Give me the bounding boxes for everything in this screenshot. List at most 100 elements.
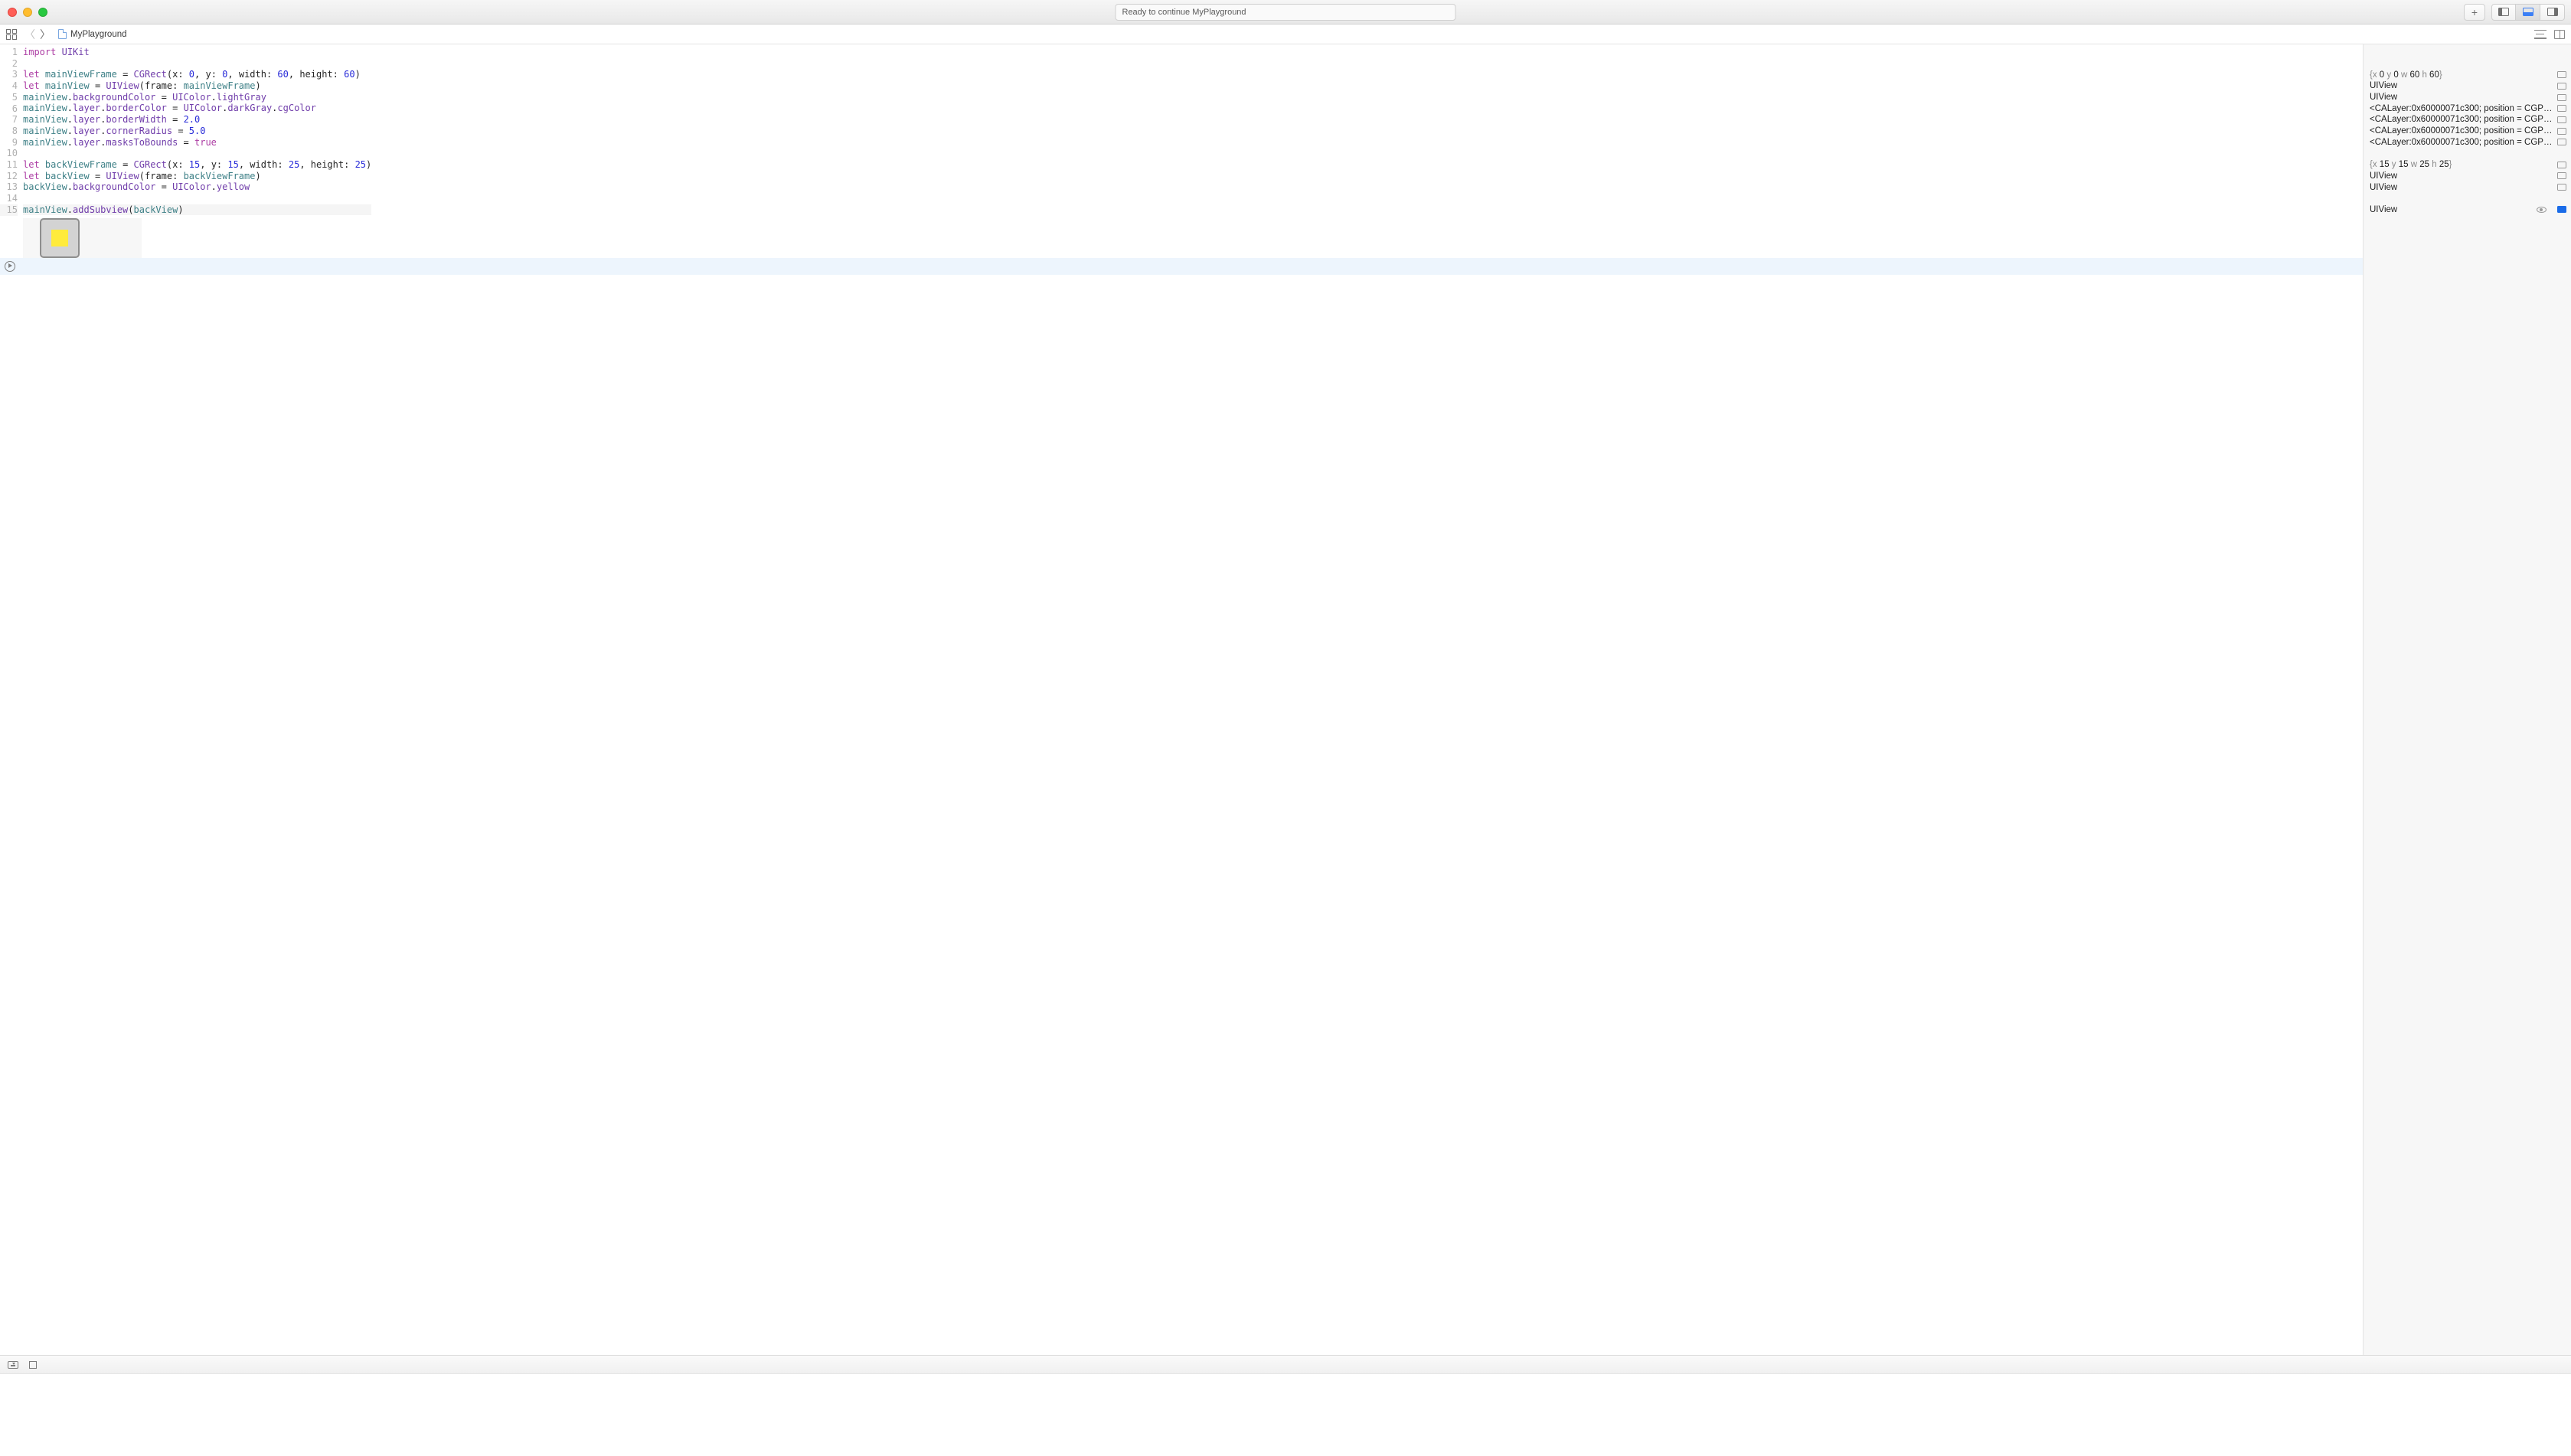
show-result-button[interactable] [2557, 206, 2566, 213]
result-row[interactable]: <CALayer:0x60000071c300; position = CGPo… [2370, 137, 2566, 149]
code-line[interactable] [23, 193, 371, 204]
code-line[interactable]: mainView.backgroundColor = UIColor.light… [23, 92, 371, 103]
result-row[interactable]: UIView [2370, 204, 2566, 216]
code-line[interactable]: let backViewFrame = CGRect(x: 15, y: 15,… [23, 159, 371, 171]
code-line[interactable]: let mainViewFrame = CGRect(x: 0, y: 0, w… [23, 69, 371, 80]
result-text: <CALayer:0x60000071c300; position = CGPo… [2370, 104, 2553, 113]
result-text: UIView [2370, 183, 2397, 192]
result-text: {x 15 y 15 w 25 h 25} [2370, 160, 2452, 169]
toggle-console-button[interactable] [8, 1361, 18, 1369]
show-result-button[interactable] [2557, 139, 2566, 145]
result-actions [2553, 172, 2566, 179]
assistant-editor-icon [2554, 30, 2565, 39]
navigator-panel-icon [2498, 8, 2509, 16]
history-forward-button[interactable]: 〉 [40, 27, 51, 42]
code-line[interactable]: mainView.layer.borderWidth = 2.0 [23, 114, 371, 126]
result-row[interactable]: UIView [2370, 80, 2566, 92]
add-button[interactable]: + [2464, 4, 2485, 21]
execute-playground-button[interactable] [5, 261, 15, 272]
history-back-button[interactable]: 〈 [25, 27, 35, 42]
close-window-button[interactable] [8, 8, 17, 17]
window-controls [8, 8, 47, 17]
code-line[interactable]: backView.backgroundColor = UIColor.yello… [23, 181, 371, 193]
uiview-preview[interactable] [40, 218, 80, 258]
result-row[interactable]: {x 15 y 15 w 25 h 25} [2370, 159, 2566, 171]
code-line[interactable]: mainView.addSubview(backView) [23, 204, 371, 216]
related-items-button[interactable] [6, 29, 17, 40]
toggle-navigator-button[interactable] [2491, 4, 2516, 21]
main-content: 123456789101112131415 import UIKit let m… [0, 44, 2571, 1355]
code-line[interactable] [23, 148, 371, 159]
debug-bar [0, 1355, 2571, 1373]
result-text: UIView [2370, 81, 2397, 90]
result-row[interactable]: {x 0 y 0 w 60 h 60} [2370, 69, 2566, 80]
result-text: UIView [2370, 205, 2397, 214]
debug-panel-icon [2523, 8, 2533, 16]
related-items-icon [6, 29, 17, 40]
result-row[interactable]: <CALayer:0x60000071c300; position = CGPo… [2370, 126, 2566, 137]
show-result-button[interactable] [2557, 116, 2566, 123]
show-result-button[interactable] [2557, 184, 2566, 191]
code-area: 123456789101112131415 import UIKit let m… [0, 44, 2363, 218]
console-tray-icon [8, 1361, 18, 1369]
result-row[interactable]: UIView [2370, 92, 2566, 103]
result-actions [2553, 139, 2566, 145]
zoom-window-button[interactable] [38, 8, 47, 17]
result-actions [2553, 83, 2566, 90]
show-result-button[interactable] [2557, 105, 2566, 112]
code-line[interactable]: let backView = UIView(frame: backViewFra… [23, 171, 371, 182]
quicklook-eye-icon[interactable] [2537, 207, 2546, 213]
stop-execution-button[interactable] [29, 1361, 37, 1369]
code-line[interactable]: mainView.layer.borderColor = UIColor.dar… [23, 103, 371, 114]
execution-control-row [0, 258, 2363, 275]
show-assistant-editor-button[interactable] [2554, 30, 2565, 39]
panel-toggle-group [2491, 4, 2565, 21]
titlebar-right-controls: + [2464, 4, 2565, 21]
activity-status: Ready to continue MyPlayground [1122, 4, 1246, 21]
code-lines[interactable]: import UIKit let mainViewFrame = CGRect(… [23, 44, 371, 218]
code-line[interactable]: import UIKit [23, 47, 371, 58]
code-line[interactable] [23, 58, 371, 70]
result-text: UIView [2370, 171, 2397, 181]
show-result-button[interactable] [2557, 162, 2566, 168]
titlebar: Ready to continue MyPlayground + [0, 0, 2571, 24]
line-gutter: 123456789101112131415 [0, 44, 23, 218]
result-actions [2553, 71, 2566, 78]
result-row[interactable]: UIView [2370, 181, 2566, 193]
result-row[interactable]: <CALayer:0x60000071c300; position = CGPo… [2370, 114, 2566, 126]
console-output[interactable] [0, 1373, 2571, 1456]
result-actions [2553, 116, 2566, 123]
show-result-button[interactable] [2557, 83, 2566, 90]
results-sidebar: {x 0 y 0 w 60 h 60}UIViewUIView<CALayer:… [2363, 44, 2571, 1355]
code-line[interactable]: let mainView = UIView(frame: mainViewFra… [23, 80, 371, 92]
result-actions [2553, 184, 2566, 191]
show-result-button[interactable] [2557, 172, 2566, 179]
toggle-debug-area-button[interactable] [2516, 4, 2540, 21]
minimize-window-button[interactable] [23, 8, 32, 17]
editor-empty-space [0, 275, 2363, 1355]
show-result-button[interactable] [2557, 71, 2566, 78]
result-text: <CALayer:0x60000071c300; position = CGPo… [2370, 115, 2553, 124]
stop-icon [29, 1361, 37, 1369]
breadcrumb-file: MyPlayground [70, 30, 127, 39]
jump-bar: 〈 〉 MyPlayground [0, 24, 2571, 44]
result-actions [2553, 105, 2566, 112]
result-spacer [2370, 193, 2566, 204]
toggle-inspectors-button[interactable] [2540, 4, 2565, 21]
source-editor[interactable]: 123456789101112131415 import UIKit let m… [0, 44, 2363, 1355]
result-row[interactable]: UIView [2370, 171, 2566, 182]
result-actions [2553, 128, 2566, 135]
playground-file-icon [58, 29, 67, 39]
breadcrumb[interactable]: MyPlayground [58, 29, 127, 39]
inline-result-preview [23, 218, 142, 258]
result-actions [2553, 162, 2566, 168]
show-result-button[interactable] [2557, 128, 2566, 135]
show-result-button[interactable] [2557, 94, 2566, 101]
activity-viewer[interactable]: Ready to continue MyPlayground [1116, 4, 1456, 21]
result-text: UIView [2370, 93, 2397, 102]
code-line[interactable]: mainView.layer.masksToBounds = true [23, 137, 371, 149]
result-row[interactable]: <CALayer:0x60000071c300; position = CGPo… [2370, 103, 2566, 114]
result-spacer [2370, 47, 2566, 58]
adjust-editor-options-button[interactable] [2534, 30, 2546, 39]
code-line[interactable]: mainView.layer.cornerRadius = 5.0 [23, 126, 371, 137]
